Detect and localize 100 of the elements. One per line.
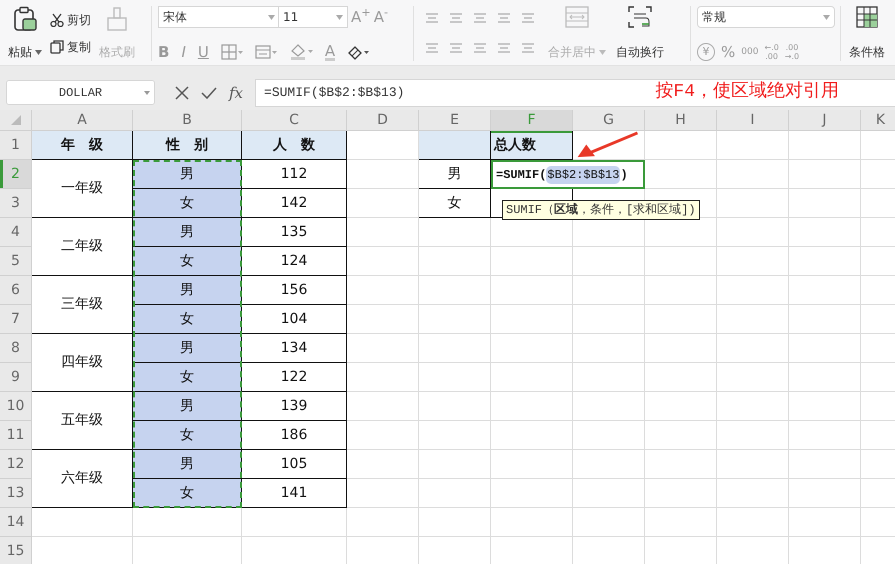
empty-cell[interactable]	[645, 508, 717, 537]
row-header[interactable]: 14	[0, 508, 32, 537]
empty-cell[interactable]	[573, 276, 645, 305]
row-header[interactable]: 10	[0, 392, 32, 421]
column-header[interactable]: F	[491, 110, 573, 131]
empty-cell[interactable]	[645, 276, 717, 305]
empty-cell[interactable]	[419, 276, 491, 305]
empty-cell[interactable]	[789, 160, 861, 189]
empty-cell[interactable]	[717, 218, 789, 247]
fill-color-icon[interactable]	[288, 43, 313, 61]
empty-cell[interactable]	[789, 305, 861, 334]
empty-cell[interactable]	[789, 276, 861, 305]
empty-cell[interactable]	[491, 508, 573, 537]
increase-decimal-button[interactable]: ←.0 .00	[764, 43, 779, 61]
empty-cell[interactable]	[491, 276, 573, 305]
empty-cell[interactable]	[573, 363, 645, 392]
empty-cell[interactable]	[491, 363, 573, 392]
row-header[interactable]: 8	[0, 334, 32, 363]
empty-cell[interactable]	[347, 421, 419, 450]
empty-cell[interactable]	[645, 305, 717, 334]
empty-cell[interactable]	[491, 305, 573, 334]
empty-cell[interactable]	[419, 363, 491, 392]
column-header[interactable]: D	[347, 110, 419, 131]
column-header[interactable]: H	[645, 110, 717, 131]
empty-cell[interactable]	[419, 508, 491, 537]
empty-cell[interactable]	[347, 247, 419, 276]
empty-cell[interactable]	[789, 363, 861, 392]
font-size-dropdown[interactable]: 11	[278, 6, 348, 28]
empty-cell[interactable]	[419, 479, 491, 508]
editing-cell[interactable]: =SUMIF($B$2:$B$13)	[491, 160, 645, 189]
row-header[interactable]: 13	[0, 479, 32, 508]
empty-cell[interactable]	[645, 421, 717, 450]
number-format-dropdown[interactable]: 常规	[697, 6, 835, 28]
empty-cell[interactable]	[789, 189, 861, 218]
empty-cell[interactable]	[419, 450, 491, 479]
empty-cell[interactable]	[645, 479, 717, 508]
row-header[interactable]: 4	[0, 218, 32, 247]
empty-cell[interactable]	[789, 247, 861, 276]
empty-cell[interactable]	[789, 421, 861, 450]
row-header[interactable]: 15	[0, 537, 32, 564]
empty-cell[interactable]	[347, 305, 419, 334]
column-header[interactable]: J	[789, 110, 861, 131]
empty-cell[interactable]	[491, 450, 573, 479]
copy-button[interactable]: 复制	[50, 38, 91, 56]
empty-cell[interactable]	[789, 479, 861, 508]
empty-cell[interactable]	[491, 479, 573, 508]
empty-cell[interactable]	[789, 131, 861, 160]
empty-cell[interactable]	[347, 479, 419, 508]
empty-cell[interactable]	[347, 450, 419, 479]
empty-cell[interactable]	[645, 363, 717, 392]
row-header[interactable]: 2	[0, 160, 32, 189]
empty-cell[interactable]	[242, 508, 347, 537]
row-header[interactable]: 9	[0, 363, 32, 392]
row-header[interactable]: 5	[0, 247, 32, 276]
confirm-icon[interactable]	[201, 86, 217, 100]
empty-cell[interactable]	[645, 392, 717, 421]
empty-cell[interactable]	[419, 305, 491, 334]
empty-cell[interactable]	[789, 450, 861, 479]
empty-cell[interactable]	[347, 508, 419, 537]
empty-cell[interactable]	[717, 276, 789, 305]
empty-cell[interactable]	[573, 508, 645, 537]
column-header[interactable]: K	[861, 110, 895, 131]
empty-cell[interactable]	[347, 218, 419, 247]
empty-cell[interactable]	[347, 392, 419, 421]
empty-cell[interactable]	[573, 450, 645, 479]
empty-cell[interactable]	[717, 131, 789, 160]
underline-button[interactable]: U	[198, 43, 209, 61]
empty-cell[interactable]	[573, 479, 645, 508]
bold-button[interactable]: B	[158, 43, 170, 61]
empty-cell[interactable]	[347, 189, 419, 218]
empty-cell[interactable]	[419, 421, 491, 450]
cell-style-icon[interactable]	[254, 44, 277, 60]
empty-cell[interactable]	[419, 392, 491, 421]
empty-cell[interactable]	[789, 334, 861, 363]
empty-cell[interactable]	[717, 421, 789, 450]
empty-cell[interactable]	[419, 247, 491, 276]
thousands-separator-button[interactable]: 000	[741, 43, 758, 61]
wrap-text-button[interactable]: 自动换行	[614, 6, 666, 61]
font-color-button[interactable]: A	[324, 44, 336, 60]
empty-cell[interactable]	[789, 218, 861, 247]
conditional-format-button[interactable]: 条件格	[847, 6, 887, 61]
empty-cell[interactable]	[645, 131, 717, 160]
column-header[interactable]: G	[573, 110, 645, 131]
decrease-font-button[interactable]: A$^{-}$	[374, 8, 388, 26]
currency-button[interactable]: ¥	[697, 43, 715, 61]
paste-button[interactable]: 粘贴	[6, 6, 44, 61]
empty-cell[interactable]	[645, 247, 717, 276]
empty-cell[interactable]	[573, 334, 645, 363]
empty-cell[interactable]	[491, 334, 573, 363]
select-all-icon[interactable]	[10, 115, 20, 125]
column-header[interactable]: E	[419, 110, 491, 131]
row-header[interactable]: 1	[0, 131, 32, 160]
empty-cell[interactable]	[347, 160, 419, 189]
row-header[interactable]: 6	[0, 276, 32, 305]
row-header[interactable]: 12	[0, 450, 32, 479]
row-header[interactable]: 11	[0, 421, 32, 450]
column-header[interactable]: A	[32, 110, 133, 131]
empty-cell[interactable]	[347, 334, 419, 363]
empty-cell[interactable]	[717, 450, 789, 479]
empty-cell[interactable]	[573, 305, 645, 334]
